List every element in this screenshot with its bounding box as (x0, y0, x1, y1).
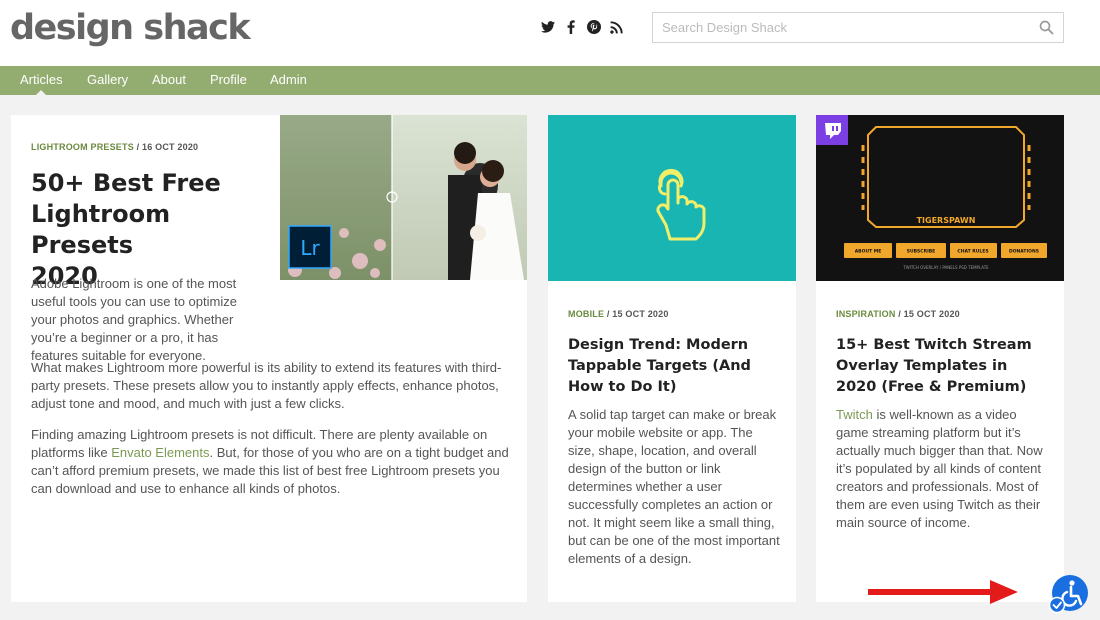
overlay-streamer-name: TIGERSPAWN (917, 216, 976, 225)
nav-item-about[interactable]: About (152, 66, 186, 95)
svg-text:CHAT RULES: CHAT RULES (957, 249, 988, 255)
article-title[interactable]: 50+ Best Free Lightroom Presets 2020 (31, 168, 271, 292)
main-nav: Articles Gallery About Profile Admin (0, 66, 1100, 95)
site-logo[interactable]: design shack (10, 6, 251, 50)
svg-text:DONATIONS: DONATIONS (1009, 249, 1039, 255)
nav-item-articles[interactable]: Articles (20, 66, 63, 95)
accessibility-icon[interactable] (1048, 574, 1090, 614)
article-date: / 16 OCT 2020 (136, 142, 199, 152)
envato-elements-link[interactable]: Envato Elements (111, 445, 209, 460)
search-icon[interactable] (1039, 20, 1055, 36)
rss-icon[interactable] (609, 19, 624, 35)
article-meta: MOBILE / 15 OCT 2020 (568, 309, 669, 319)
category-link[interactable]: INSPIRATION (836, 309, 896, 319)
pinterest-icon[interactable] (586, 19, 601, 35)
overlay-caption: TWITCH OVERLAY / PANELS PSD TEMPLATE (902, 265, 989, 270)
article-title[interactable]: 15+ Best Twitch Stream Overlay Templates… (836, 335, 1048, 398)
svg-text:SUBSCRIBE: SUBSCRIBE (907, 249, 936, 255)
article-paragraph: Finding amazing Lightroom presets is not… (31, 427, 509, 496)
red-arrow-icon (868, 580, 1018, 604)
facebook-icon[interactable] (563, 19, 578, 35)
nav-item-gallery[interactable]: Gallery (87, 66, 128, 95)
tap-hand-icon (656, 168, 706, 241)
search-input[interactable] (653, 13, 1023, 42)
category-link[interactable]: LIGHTROOM PRESETS (31, 142, 134, 152)
article-excerpt: A solid tap target can make or break you… (568, 407, 780, 566)
article-paragraph: What makes Lightroom more powerful is it… (31, 360, 502, 411)
article-excerpt: Twitch is well-known as a video game str… (836, 407, 1043, 530)
social-links (540, 19, 624, 35)
article-meta: INSPIRATION / 15 OCT 2020 (836, 309, 960, 319)
article-image[interactable] (548, 115, 796, 281)
nav-item-profile[interactable]: Profile (210, 66, 247, 95)
lightroom-logo: Lr (300, 236, 320, 260)
article-intro: Adobe Lightroom is one of the most usefu… (31, 276, 237, 363)
site-header: design shack (0, 0, 1100, 66)
title-line: 50+ Best Free (31, 169, 221, 197)
search-box (652, 12, 1064, 43)
featured-image[interactable]: Lr (280, 115, 527, 280)
article-title[interactable]: Design Trend: Modern Tappable Targets (A… (568, 335, 778, 398)
category-link[interactable]: MOBILE (568, 309, 604, 319)
twitter-icon[interactable] (540, 19, 555, 35)
svg-text:ABOUT ME: ABOUT ME (855, 249, 882, 255)
title-line: Lightroom Presets (31, 200, 171, 259)
article-image[interactable]: TIGERSPAWN ABOUT ME SUBSCRIBE CHAT RULES… (816, 115, 1064, 281)
twitch-link[interactable]: Twitch (836, 407, 873, 422)
article-meta: LIGHTROOM PRESETS / 16 OCT 2020 (31, 142, 198, 152)
nav-item-admin[interactable]: Admin (270, 66, 307, 95)
article-body: What makes Lightroom more powerful is it… (31, 359, 509, 511)
article-date: / 15 OCT 2020 (898, 309, 960, 319)
article-date: / 15 OCT 2020 (606, 309, 669, 319)
